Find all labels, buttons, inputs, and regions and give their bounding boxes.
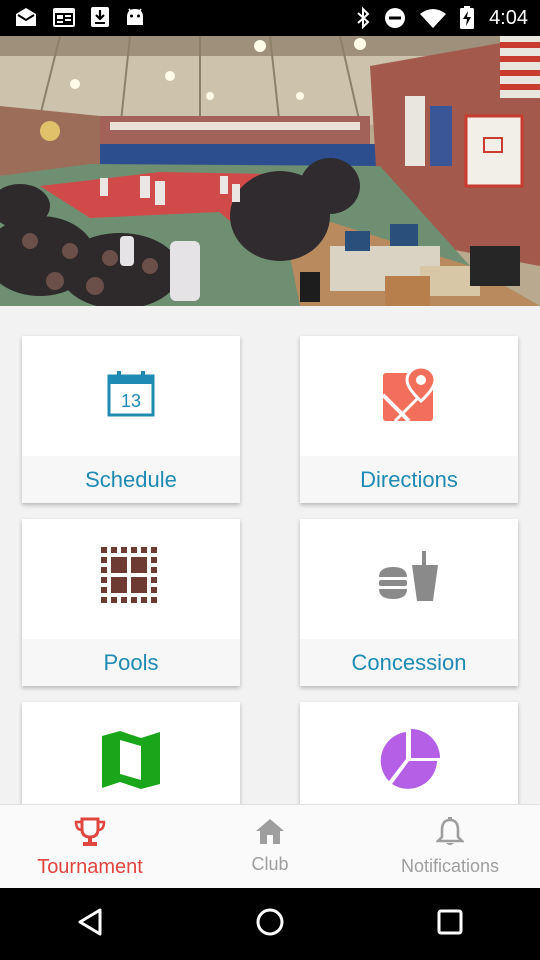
pie-chart-icon	[378, 728, 440, 796]
bell-icon	[434, 817, 466, 852]
hero-image	[0, 36, 540, 306]
gym-photo	[0, 36, 540, 306]
calendar-icon-number: 13	[121, 391, 141, 411]
concession-label: Concession	[300, 639, 518, 686]
nav-tournament-label: Tournament	[37, 856, 143, 878]
back-icon	[76, 907, 104, 942]
home-button[interactable]	[240, 894, 300, 954]
menu-grid: 13 Schedule Directions Pools Concession	[0, 306, 540, 804]
directions-label: Directions	[300, 456, 518, 503]
status-time: 4:04	[489, 7, 528, 29]
mail-icon	[14, 6, 38, 28]
nav-notifications[interactable]: Notifications	[360, 805, 540, 888]
pools-card[interactable]: Pools	[22, 519, 240, 686]
schedule-card[interactable]: 13 Schedule	[22, 336, 240, 503]
do-not-disturb-icon	[383, 6, 407, 30]
calendar-icon	[52, 6, 76, 28]
bluetooth-icon	[355, 6, 371, 30]
nav-club[interactable]: Club	[180, 805, 360, 888]
schedule-label: Schedule	[22, 456, 240, 503]
bottom-navigation: Tournament Club Notifications	[0, 804, 540, 888]
pie-chart-card[interactable]	[300, 702, 518, 804]
map-icon	[101, 730, 161, 795]
system-navigation-bar	[0, 888, 540, 960]
battery-charging-icon	[459, 6, 475, 30]
wifi-icon	[419, 7, 447, 29]
grid-pools-icon	[101, 546, 161, 612]
pools-label: Pools	[22, 639, 240, 686]
trophy-icon	[74, 817, 106, 852]
back-button[interactable]	[60, 894, 120, 954]
nav-notifications-label: Notifications	[400, 856, 500, 876]
concession-card[interactable]: Concession	[300, 519, 518, 686]
recents-icon	[436, 908, 464, 941]
map-pin-icon	[381, 364, 437, 428]
recents-button[interactable]	[420, 894, 480, 954]
home-circle-icon	[255, 907, 285, 942]
burger-drink-icon	[378, 549, 440, 610]
nav-tournament[interactable]: Tournament	[0, 805, 180, 888]
status-bar: 4:04	[0, 0, 540, 36]
home-icon	[255, 817, 285, 850]
calendar-13-icon: 13	[106, 370, 156, 423]
android-icon	[124, 6, 146, 28]
download-icon	[90, 6, 110, 28]
directions-card[interactable]: Directions	[300, 336, 518, 503]
nav-club-label: Club	[251, 854, 289, 874]
map-card[interactable]	[22, 702, 240, 804]
